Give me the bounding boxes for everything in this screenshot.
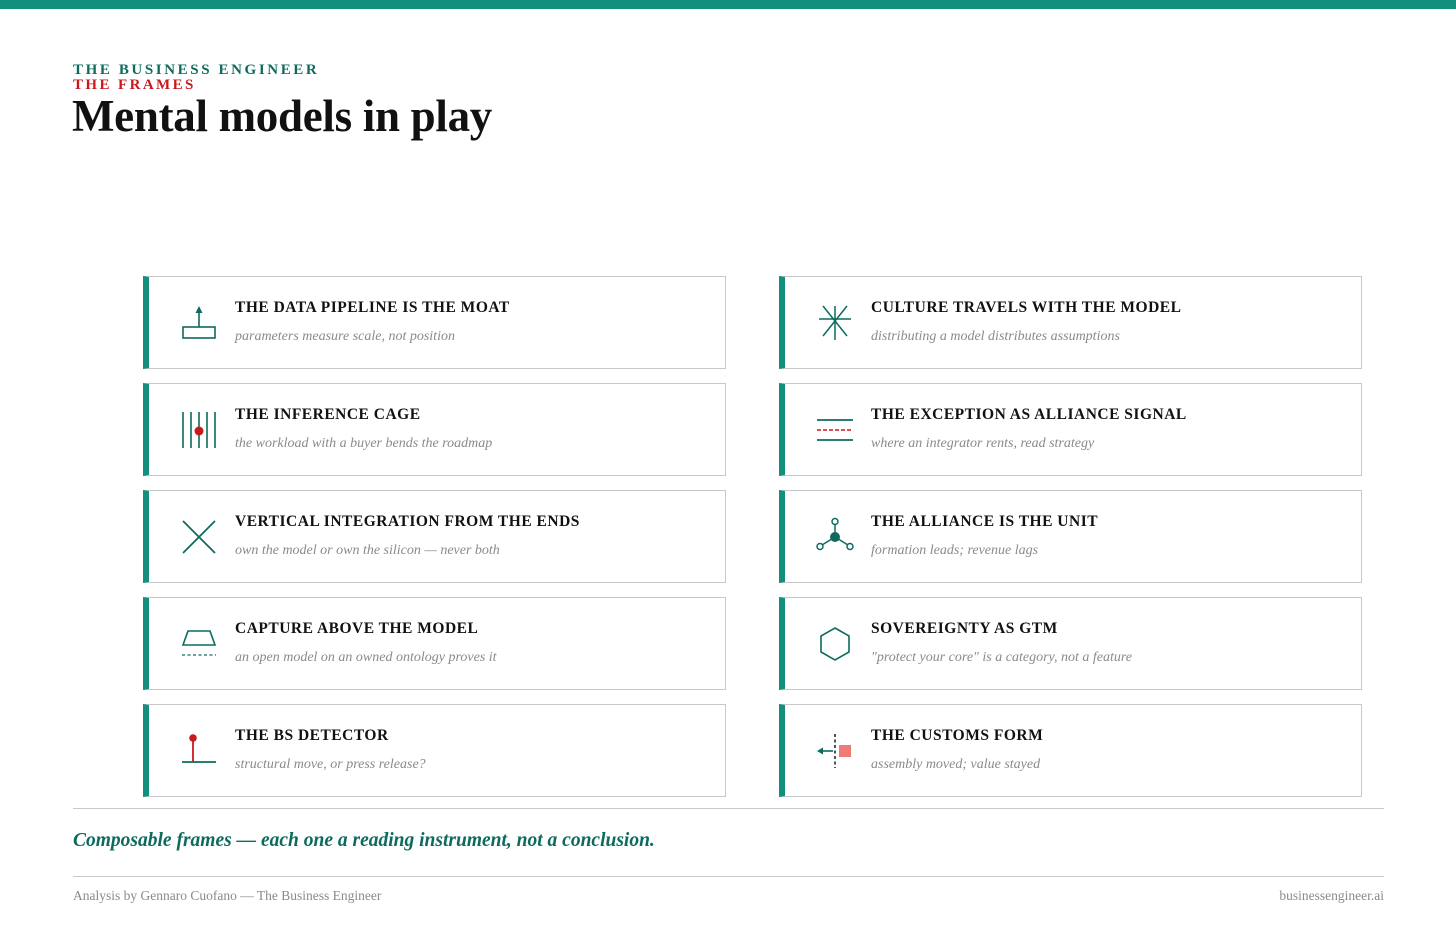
- node-network-icon: [815, 517, 855, 557]
- cross-icon: [179, 517, 219, 557]
- dashed-lines-icon: [815, 410, 855, 450]
- upload-base-icon: [179, 303, 219, 343]
- frame-subtitle: where an integrator rents, read strategy: [871, 436, 1095, 451]
- frame-card-capture-above: CAPTURE ABOVE THE MODEL an open model on…: [143, 597, 726, 690]
- frame-subtitle: "protect your core" is a category, not a…: [871, 650, 1132, 665]
- frame-card-alliance-unit: THE ALLIANCE IS THE UNIT formation leads…: [779, 490, 1362, 583]
- asterisk-icon: [815, 303, 855, 343]
- cage-bars-icon: [179, 410, 219, 450]
- frame-subtitle: an open model on an owned ontology prove…: [235, 650, 497, 665]
- frame-heading: CAPTURE ABOVE THE MODEL: [235, 620, 479, 637]
- frame-card-bs-detector: THE BS DETECTOR structural move, or pres…: [143, 704, 726, 797]
- divider-bottom: [73, 876, 1384, 877]
- pin-detector-icon: [179, 731, 219, 771]
- tagline: Composable frames — each one a reading i…: [73, 830, 655, 851]
- customs-border-icon: [815, 731, 855, 771]
- hexagon-icon: [815, 624, 855, 664]
- frame-card-exception-alliance: THE EXCEPTION AS ALLIANCE SIGNAL where a…: [779, 383, 1362, 476]
- frame-subtitle: parameters measure scale, not position: [235, 329, 455, 344]
- frame-heading: THE BS DETECTOR: [235, 727, 389, 744]
- frame-subtitle: the workload with a buyer bends the road…: [235, 436, 493, 451]
- frame-card-data-pipeline: THE DATA PIPELINE IS THE MOAT parameters…: [143, 276, 726, 369]
- frame-subtitle: own the model or own the silicon — never…: [235, 543, 500, 558]
- frame-heading: THE DATA PIPELINE IS THE MOAT: [235, 299, 510, 316]
- frame-heading: THE INFERENCE CAGE: [235, 406, 421, 423]
- frame-heading: VERTICAL INTEGRATION FROM THE ENDS: [235, 513, 580, 530]
- footer-site: businessengineer.ai: [1279, 888, 1384, 903]
- frame-subtitle: formation leads; revenue lags: [871, 543, 1039, 558]
- frame-subtitle: distributing a model distributes assumpt…: [871, 329, 1120, 344]
- frame-card-customs-form: THE CUSTOMS FORM assembly moved; value s…: [779, 704, 1362, 797]
- frame-heading: THE EXCEPTION AS ALLIANCE SIGNAL: [871, 406, 1187, 423]
- frame-card-sovereignty: SOVEREIGNTY AS GTM "protect your core" i…: [779, 597, 1362, 690]
- frame-card-inference-cage: THE INFERENCE CAGE the workload with a b…: [143, 383, 726, 476]
- frame-heading: CULTURE TRAVELS WITH THE MODEL: [871, 299, 1182, 316]
- frame-subtitle: structural move, or press release?: [235, 757, 426, 772]
- divider-top: [73, 808, 1384, 809]
- frame-heading: THE ALLIANCE IS THE UNIT: [871, 513, 1099, 530]
- top-accent-bar: [0, 0, 1456, 9]
- frame-card-vertical-integration: VERTICAL INTEGRATION FROM THE ENDS own t…: [143, 490, 726, 583]
- page-title: Mental models in play: [72, 91, 492, 141]
- frame-card-culture-travels: CULTURE TRAVELS WITH THE MODEL distribut…: [779, 276, 1362, 369]
- frame-subtitle: assembly moved; value stayed: [871, 757, 1041, 772]
- trapezoid-layer-icon: [179, 624, 219, 664]
- frame-heading: SOVEREIGNTY AS GTM: [871, 620, 1058, 637]
- frame-heading: THE CUSTOMS FORM: [871, 727, 1044, 744]
- footer-credit: Analysis by Gennaro Cuofano — The Busine…: [73, 888, 382, 903]
